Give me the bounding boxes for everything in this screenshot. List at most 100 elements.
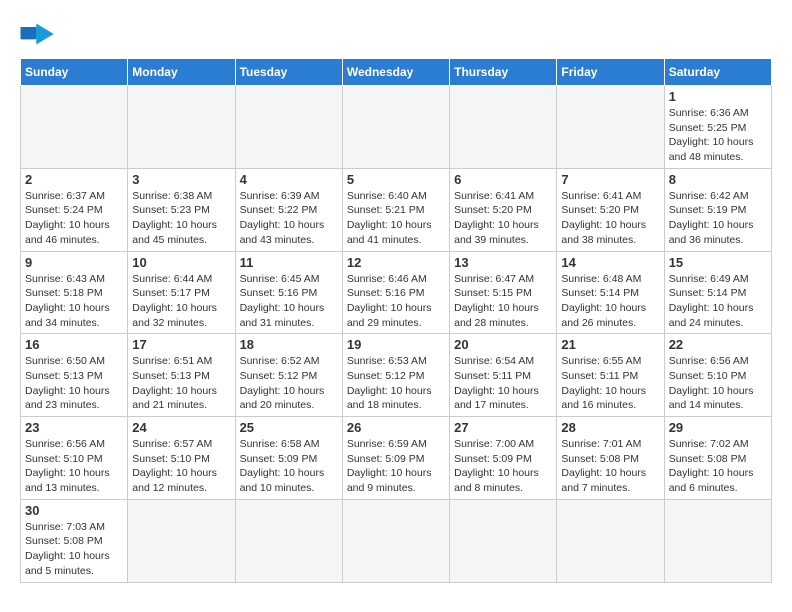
day-number: 12 xyxy=(347,255,445,270)
calendar-cell-3-3: 19 Sunrise: 6:53 AM Sunset: 5:12 PM Dayli… xyxy=(342,334,449,417)
calendar-cell-0-1 xyxy=(128,86,235,169)
day-info: Sunrise: 6:56 AM Sunset: 5:10 PM Dayligh… xyxy=(25,437,123,496)
calendar-cell-3-2: 18 Sunrise: 6:52 AM Sunset: 5:12 PM Dayli… xyxy=(235,334,342,417)
day-number: 30 xyxy=(25,503,123,518)
day-info: Sunrise: 6:45 AM Sunset: 5:16 PM Dayligh… xyxy=(240,272,338,331)
calendar-cell-4-6: 29 Sunrise: 7:02 AM Sunset: 5:08 PM Dayli… xyxy=(664,417,771,500)
calendar-cell-4-4: 27Sunrise: 7:00 AM Sunset: 5:09 PM Dayli… xyxy=(450,417,557,500)
day-number: 6 xyxy=(454,172,552,187)
calendar-week-5: 30 Sunrise: 7:03 AM Sunset: 5:08 PM Dayli… xyxy=(21,499,772,582)
calendar-cell-5-2 xyxy=(235,499,342,582)
day-info: Sunrise: 6:52 AM Sunset: 5:12 PM Dayligh… xyxy=(240,354,338,413)
calendar-cell-0-2 xyxy=(235,86,342,169)
calendar-cell-1-1: 3 Sunrise: 6:38 AM Sunset: 5:23 PM Daylig… xyxy=(128,168,235,251)
day-info: Sunrise: 6:36 AM Sunset: 5:25 PM Dayligh… xyxy=(669,106,767,165)
day-info: Sunrise: 6:43 AM Sunset: 5:18 PM Dayligh… xyxy=(25,272,123,331)
calendar-cell-0-5 xyxy=(557,86,664,169)
day-number: 1 xyxy=(669,89,767,104)
day-number: 22 xyxy=(669,337,767,352)
day-number: 24 xyxy=(132,420,230,435)
col-saturday: Saturday xyxy=(664,59,771,86)
calendar-cell-4-3: 26 Sunrise: 6:59 AM Sunset: 5:09 PM Dayli… xyxy=(342,417,449,500)
calendar-week-4: 23Sunrise: 6:56 AM Sunset: 5:10 PM Dayli… xyxy=(21,417,772,500)
day-info: Sunrise: 6:41 AM Sunset: 5:20 PM Dayligh… xyxy=(454,189,552,248)
day-number: 26 xyxy=(347,420,445,435)
calendar-cell-4-1: 24 Sunrise: 6:57 AM Sunset: 5:10 PM Dayli… xyxy=(128,417,235,500)
day-info: Sunrise: 6:53 AM Sunset: 5:12 PM Dayligh… xyxy=(347,354,445,413)
day-number: 16 xyxy=(25,337,123,352)
calendar-cell-3-4: 20Sunrise: 6:54 AM Sunset: 5:11 PM Dayli… xyxy=(450,334,557,417)
calendar-cell-1-5: 7Sunrise: 6:41 AM Sunset: 5:20 PM Daylig… xyxy=(557,168,664,251)
calendar-cell-3-6: 22 Sunrise: 6:56 AM Sunset: 5:10 PM Dayli… xyxy=(664,334,771,417)
day-info: Sunrise: 6:56 AM Sunset: 5:10 PM Dayligh… xyxy=(669,354,767,413)
day-info: Sunrise: 6:41 AM Sunset: 5:20 PM Dayligh… xyxy=(561,189,659,248)
day-info: Sunrise: 6:46 AM Sunset: 5:16 PM Dayligh… xyxy=(347,272,445,331)
calendar-cell-5-3 xyxy=(342,499,449,582)
day-number: 10 xyxy=(132,255,230,270)
calendar-cell-1-6: 8 Sunrise: 6:42 AM Sunset: 5:19 PM Daylig… xyxy=(664,168,771,251)
calendar-week-1: 2Sunrise: 6:37 AM Sunset: 5:24 PM Daylig… xyxy=(21,168,772,251)
col-friday: Friday xyxy=(557,59,664,86)
day-info: Sunrise: 7:03 AM Sunset: 5:08 PM Dayligh… xyxy=(25,520,123,579)
calendar-table: Sunday Monday Tuesday Wednesday Thursday… xyxy=(20,58,772,583)
day-number: 25 xyxy=(240,420,338,435)
col-monday: Monday xyxy=(128,59,235,86)
day-info: Sunrise: 6:38 AM Sunset: 5:23 PM Dayligh… xyxy=(132,189,230,248)
col-wednesday: Wednesday xyxy=(342,59,449,86)
calendar-week-0: 1 Sunrise: 6:36 AM Sunset: 5:25 PM Daylig… xyxy=(21,86,772,169)
calendar-cell-5-4 xyxy=(450,499,557,582)
day-number: 4 xyxy=(240,172,338,187)
day-number: 21 xyxy=(561,337,659,352)
day-number: 29 xyxy=(669,420,767,435)
day-info: Sunrise: 6:47 AM Sunset: 5:15 PM Dayligh… xyxy=(454,272,552,331)
col-sunday: Sunday xyxy=(21,59,128,86)
day-number: 9 xyxy=(25,255,123,270)
calendar-cell-1-0: 2Sunrise: 6:37 AM Sunset: 5:24 PM Daylig… xyxy=(21,168,128,251)
calendar-cell-0-6: 1 Sunrise: 6:36 AM Sunset: 5:25 PM Daylig… xyxy=(664,86,771,169)
day-number: 8 xyxy=(669,172,767,187)
calendar-cell-4-5: 28Sunrise: 7:01 AM Sunset: 5:08 PM Dayli… xyxy=(557,417,664,500)
day-info: Sunrise: 7:02 AM Sunset: 5:08 PM Dayligh… xyxy=(669,437,767,496)
day-info: Sunrise: 6:51 AM Sunset: 5:13 PM Dayligh… xyxy=(132,354,230,413)
calendar-cell-2-2: 11Sunrise: 6:45 AM Sunset: 5:16 PM Dayli… xyxy=(235,251,342,334)
day-number: 17 xyxy=(132,337,230,352)
day-info: Sunrise: 6:49 AM Sunset: 5:14 PM Dayligh… xyxy=(669,272,767,331)
calendar-cell-5-1 xyxy=(128,499,235,582)
calendar-cell-0-3 xyxy=(342,86,449,169)
day-info: Sunrise: 6:55 AM Sunset: 5:11 PM Dayligh… xyxy=(561,354,659,413)
day-info: Sunrise: 6:59 AM Sunset: 5:09 PM Dayligh… xyxy=(347,437,445,496)
calendar-cell-0-0 xyxy=(21,86,128,169)
day-number: 19 xyxy=(347,337,445,352)
day-info: Sunrise: 6:44 AM Sunset: 5:17 PM Dayligh… xyxy=(132,272,230,331)
calendar-cell-2-1: 10 Sunrise: 6:44 AM Sunset: 5:17 PM Dayli… xyxy=(128,251,235,334)
calendar-cell-0-4 xyxy=(450,86,557,169)
calendar-cell-2-6: 15 Sunrise: 6:49 AM Sunset: 5:14 PM Dayli… xyxy=(664,251,771,334)
calendar-cell-2-4: 13 Sunrise: 6:47 AM Sunset: 5:15 PM Dayli… xyxy=(450,251,557,334)
day-info: Sunrise: 6:57 AM Sunset: 5:10 PM Dayligh… xyxy=(132,437,230,496)
day-number: 13 xyxy=(454,255,552,270)
logo xyxy=(20,20,60,48)
calendar-cell-4-2: 25 Sunrise: 6:58 AM Sunset: 5:09 PM Dayli… xyxy=(235,417,342,500)
day-info: Sunrise: 6:50 AM Sunset: 5:13 PM Dayligh… xyxy=(25,354,123,413)
day-number: 15 xyxy=(669,255,767,270)
calendar-cell-2-3: 12 Sunrise: 6:46 AM Sunset: 5:16 PM Dayli… xyxy=(342,251,449,334)
day-info: Sunrise: 6:54 AM Sunset: 5:11 PM Dayligh… xyxy=(454,354,552,413)
calendar-cell-1-2: 4 Sunrise: 6:39 AM Sunset: 5:22 PM Daylig… xyxy=(235,168,342,251)
day-info: Sunrise: 6:42 AM Sunset: 5:19 PM Dayligh… xyxy=(669,189,767,248)
day-info: Sunrise: 6:37 AM Sunset: 5:24 PM Dayligh… xyxy=(25,189,123,248)
calendar-cell-5-0: 30 Sunrise: 7:03 AM Sunset: 5:08 PM Dayli… xyxy=(21,499,128,582)
calendar-week-3: 16 Sunrise: 6:50 AM Sunset: 5:13 PM Dayli… xyxy=(21,334,772,417)
day-number: 14 xyxy=(561,255,659,270)
header-row: Sunday Monday Tuesday Wednesday Thursday… xyxy=(21,59,772,86)
calendar-cell-2-0: 9 Sunrise: 6:43 AM Sunset: 5:18 PM Daylig… xyxy=(21,251,128,334)
day-info: Sunrise: 6:39 AM Sunset: 5:22 PM Dayligh… xyxy=(240,189,338,248)
day-number: 5 xyxy=(347,172,445,187)
calendar-cell-1-3: 5Sunrise: 6:40 AM Sunset: 5:21 PM Daylig… xyxy=(342,168,449,251)
calendar-body: 1 Sunrise: 6:36 AM Sunset: 5:25 PM Daylig… xyxy=(21,86,772,583)
day-info: Sunrise: 6:58 AM Sunset: 5:09 PM Dayligh… xyxy=(240,437,338,496)
calendar-header: Sunday Monday Tuesday Wednesday Thursday… xyxy=(21,59,772,86)
day-number: 3 xyxy=(132,172,230,187)
calendar-cell-5-5 xyxy=(557,499,664,582)
calendar-cell-4-0: 23Sunrise: 6:56 AM Sunset: 5:10 PM Dayli… xyxy=(21,417,128,500)
day-number: 18 xyxy=(240,337,338,352)
